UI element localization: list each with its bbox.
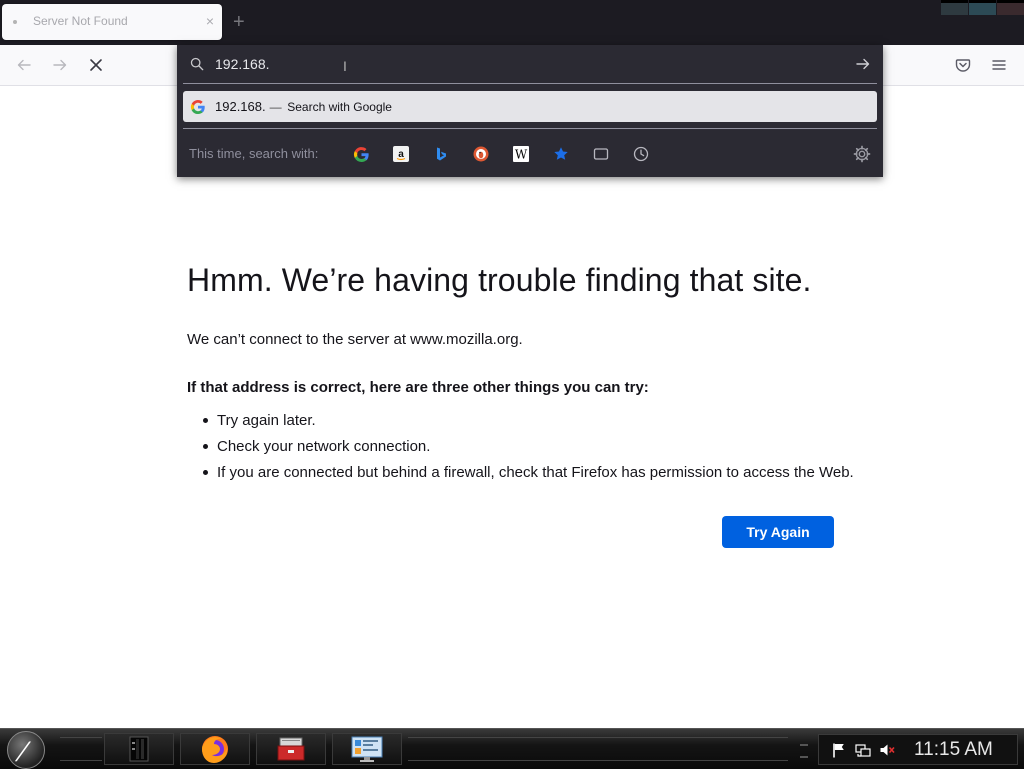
list-item: Check your network connection. <box>187 436 854 462</box>
bing-icon <box>437 147 446 161</box>
tab-server-not-found[interactable]: Server Not Found × <box>2 4 222 40</box>
arrow-left-icon <box>17 59 31 71</box>
urlbar-dropdown: 192.168. I 192.168. — Search with Google … <box>177 45 883 177</box>
stop-button[interactable] <box>85 54 107 76</box>
svg-text:W: W <box>515 148 528 162</box>
back-button[interactable] <box>13 54 35 76</box>
urlbar-input[interactable]: 192.168. <box>215 56 270 72</box>
history-engine-button[interactable] <box>632 145 650 163</box>
start-menu-button[interactable]: / <box>7 731 45 769</box>
flag-icon[interactable] <box>831 742 847 758</box>
history-icon <box>633 146 649 162</box>
taskbar-app-terminal[interactable] <box>104 733 174 765</box>
divider <box>183 128 877 129</box>
svg-text:a: a <box>398 149 404 160</box>
tab-title: Server Not Found <box>33 14 128 28</box>
pocket-icon <box>955 59 971 72</box>
forward-button[interactable] <box>49 54 71 76</box>
search-icon <box>190 57 204 71</box>
bing-engine-button[interactable] <box>432 145 450 163</box>
suggestion-action: Search with Google <box>287 100 392 114</box>
network-icon[interactable] <box>855 742 871 758</box>
error-suggestions-list: Try again later. Check your network conn… <box>187 410 854 488</box>
suggestion-text: 192.168. — Search with Google <box>215 99 392 114</box>
app-menu-button[interactable] <box>988 54 1010 76</box>
close-icon <box>90 59 102 71</box>
text-cursor-icon: I <box>343 58 347 74</box>
urlbar[interactable]: 192.168. I <box>177 45 883 83</box>
minimize-button[interactable] <box>941 0 968 15</box>
arrow-right-icon <box>53 59 67 71</box>
tabs-icon <box>593 148 609 160</box>
list-item: Try again later. <box>187 410 854 436</box>
try-again-button[interactable]: Try Again <box>722 516 834 548</box>
start-logo-icon: / <box>16 737 31 765</box>
system-tray: 11:15 AM <box>818 734 1018 765</box>
window-controls <box>940 0 1024 15</box>
suggestion-separator: — <box>269 100 282 114</box>
star-icon <box>554 147 568 160</box>
suggestion-query: 192.168. <box>215 99 266 114</box>
list-item: If you are connected but behind a firewa… <box>187 462 854 488</box>
amazon-engine-button[interactable]: a <box>392 145 410 163</box>
hamburger-menu-icon <box>992 60 1006 70</box>
divider <box>183 83 877 84</box>
error-title: Hmm. We’re having trouble finding that s… <box>187 262 812 298</box>
close-window-button[interactable] <box>997 0 1024 15</box>
maximize-button[interactable] <box>969 0 996 15</box>
clock[interactable]: 11:15 AM <box>914 739 993 761</box>
one-off-search-label: This time, search with: <box>189 146 319 161</box>
duckduckgo-engine-button[interactable] <box>472 145 490 163</box>
taskbar-app-toolbox[interactable] <box>256 733 326 765</box>
taskbar-empty-area <box>408 737 788 761</box>
error-description: We can’t connect to the server at www.mo… <box>187 331 523 348</box>
duckduckgo-icon <box>473 146 489 162</box>
go-arrow-icon[interactable] <box>855 56 871 72</box>
volume-muted-icon[interactable] <box>879 742 895 758</box>
tab-strip: Server Not Found × + <box>0 0 1024 45</box>
tabs-engine-button[interactable] <box>592 145 610 163</box>
wikipedia-engine-button[interactable]: W <box>512 145 530 163</box>
amazon-icon: a <box>393 146 409 162</box>
gear-icon[interactable] <box>853 145 871 163</box>
google-engine-button[interactable] <box>352 145 370 163</box>
pocket-button[interactable] <box>952 54 974 76</box>
firefox-icon <box>202 736 228 763</box>
taskbar: / 11:15 AM <box>0 728 1024 769</box>
taskbar-grip[interactable] <box>800 744 808 758</box>
search-suggestion-row[interactable]: 192.168. — Search with Google <box>183 91 877 122</box>
new-tab-button[interactable]: + <box>233 10 245 34</box>
tab-close-button[interactable]: × <box>206 13 214 29</box>
google-icon <box>353 146 369 162</box>
taskbar-app-control-panel[interactable] <box>332 733 402 765</box>
terminal-icon <box>129 736 149 762</box>
error-suggestions-heading: If that address is correct, here are thr… <box>187 379 649 396</box>
wikipedia-icon: W <box>513 146 529 162</box>
control-panel-icon <box>351 736 383 762</box>
bookmarks-engine-button[interactable] <box>552 145 570 163</box>
google-icon <box>190 100 205 115</box>
tab-loading-indicator <box>13 20 17 24</box>
taskbar-groove <box>60 737 102 761</box>
taskbar-app-firefox[interactable] <box>180 733 250 765</box>
toolbox-icon <box>277 737 305 761</box>
